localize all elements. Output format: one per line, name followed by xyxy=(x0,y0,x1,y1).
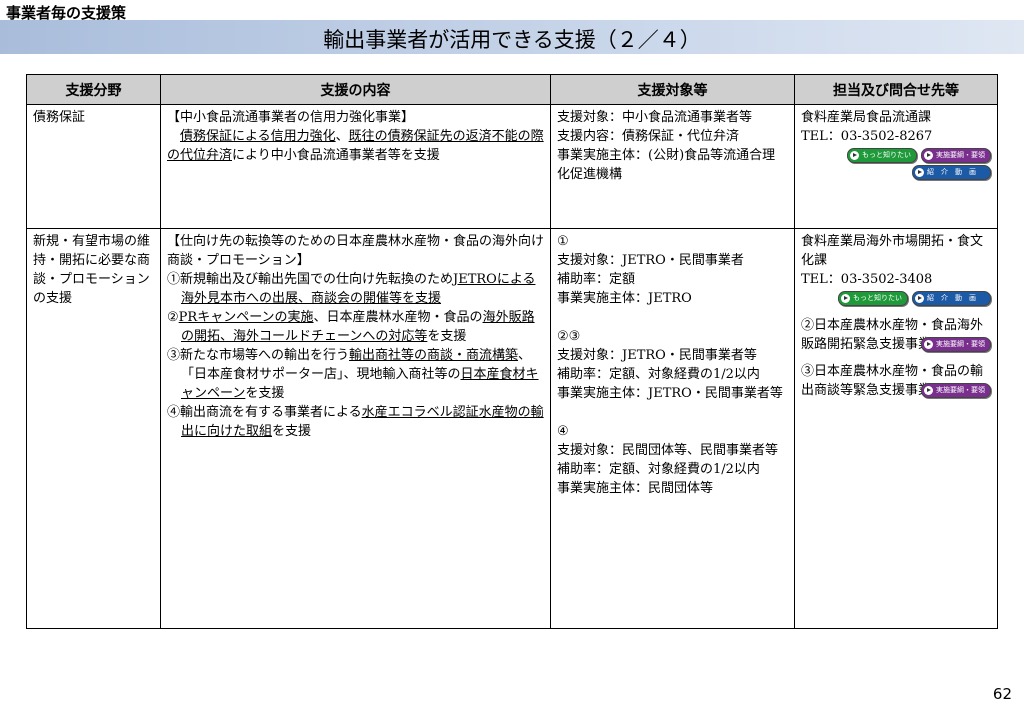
play-circle-icon xyxy=(915,294,924,303)
play-circle-icon xyxy=(924,386,933,395)
play-circle-icon xyxy=(915,168,924,177)
row1-content: 【中小食品流通事業者の信用力強化事業】 債務保証による信用力強化、既往の債務保証… xyxy=(160,104,551,229)
row1-desc: 債務保証による信用力強化、既往の債務保証先の返済不能の際の代位弁済により中小食品… xyxy=(167,129,544,163)
play-circle-icon xyxy=(924,340,933,349)
title-bar: 輸出事業者が活用できる支援（２／４） xyxy=(0,20,1024,54)
row2-item3: ③新たな市場等への輸出を行う輸出商社等の商談・商流構築、「日本産食材サポーター店… xyxy=(167,348,539,401)
row2-item2: ②PRキャンペーンの実施、日本産農林水産物・食品の海外販路の開拓、海外コールドチ… xyxy=(167,310,535,344)
contact-dept: 食料産業局海外市場開拓・食文化課 xyxy=(801,234,984,268)
row2-field: 新規・有望市場の維持・開拓に必要な商談・プロモーションの支援 xyxy=(26,228,161,629)
guidelines-button[interactable]: 実施要綱・要領 xyxy=(921,337,991,352)
page-title: 輸出事業者が活用できる支援（２／４） xyxy=(323,28,701,52)
header-content: 支援の内容 xyxy=(160,74,551,105)
play-circle-icon xyxy=(850,151,859,160)
more-info-button[interactable]: もっと知りたい xyxy=(847,148,917,163)
row2-target: ① 支援対象：JETRO・民間事業者 補助率：定額 事業実施主体：JETRO ②… xyxy=(550,228,795,629)
header-contact: 担当及び問合せ先等 xyxy=(794,74,998,105)
row2-heading: 【仕向け先の転換等のための日本産農林水産物・食品の海外向け商談・プロモーション】 xyxy=(167,234,545,268)
page-number: 62 xyxy=(992,685,1012,703)
guidelines-button[interactable]: 実施要綱・要領 xyxy=(921,148,991,163)
support-table: 支援分野 支援の内容 支援対象等 担当及び問合せ先等 債務保証 【中小食品流通事… xyxy=(26,74,998,629)
guidelines-button[interactable]: 実施要綱・要領 xyxy=(921,383,991,398)
table-row: 新規・有望市場の維持・開拓に必要な商談・プロモーションの支援 【仕向け先の転換等… xyxy=(26,228,998,629)
row2-item1: ①新規輸出及び輸出先国での仕向け先転換のためJETROによる海外見本市への出展、… xyxy=(167,272,536,306)
row1-field: 債務保証 xyxy=(26,104,161,229)
intro-video-button[interactable]: 紹 介 動 画 xyxy=(912,291,991,306)
play-circle-icon xyxy=(924,151,933,160)
row2-contact: 食料産業局海外市場開拓・食文化課 TEL：03-3502-3408 もっと知りた… xyxy=(794,228,998,629)
contact-tel: TEL：03-3502-3408 xyxy=(801,272,933,287)
table-row: 債務保証 【中小食品流通事業者の信用力強化事業】 債務保証による信用力強化、既往… xyxy=(26,104,998,229)
play-circle-icon xyxy=(841,294,850,303)
more-info-button[interactable]: もっと知りたい xyxy=(838,291,908,306)
header-field: 支援分野 xyxy=(26,74,161,105)
table-header-row: 支援分野 支援の内容 支援対象等 担当及び問合せ先等 xyxy=(26,74,998,105)
row1-target: 支援対象：中小食品流通事業者等 支援内容：債務保証・代位弁済 事業実施主体：(公… xyxy=(550,104,795,229)
contact-tel: TEL：03-3502-8267 xyxy=(801,129,933,144)
contact-dept: 食料産業局食品流通課 xyxy=(801,110,932,125)
row2-content: 【仕向け先の転換等のための日本産農林水産物・食品の海外向け商談・プロモーション】… xyxy=(160,228,551,629)
header-target: 支援対象等 xyxy=(550,74,795,105)
row1-contact: 食料産業局食品流通課 TEL：03-3502-8267 もっと知りたい 実施要綱… xyxy=(794,104,998,229)
row2-item4: ④輸出商流を有する事業者による水産エコラベル認証水産物の輸出に向けた取組を支援 xyxy=(167,405,544,439)
intro-video-button[interactable]: 紹 介 動 画 xyxy=(912,165,991,180)
row1-heading: 【中小食品流通事業者の信用力強化事業】 xyxy=(167,110,415,125)
